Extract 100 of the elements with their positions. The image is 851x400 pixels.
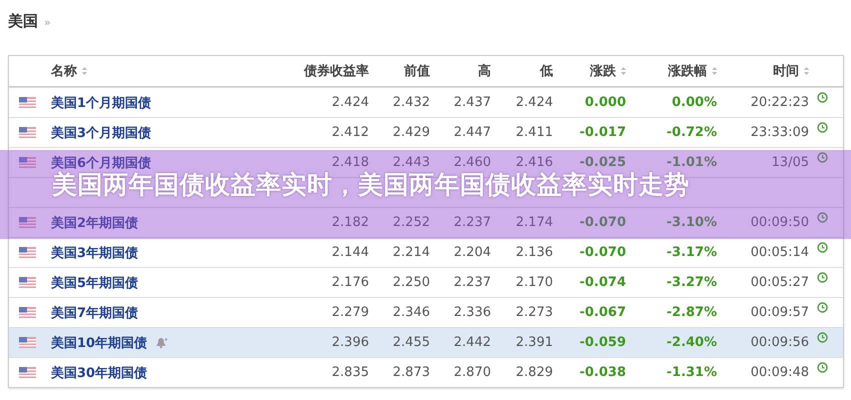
table-cell: 00:09:56 (750, 335, 809, 350)
table-cell: 00:05:27 (750, 275, 809, 290)
bond-name-link[interactable]: 美国5年期国债 (51, 274, 138, 292)
clock-icon[interactable] (816, 122, 828, 133)
table-cell: 2.136 (516, 245, 553, 260)
table-cell: 13/05 (772, 155, 809, 170)
table-cell: 0.000 (584, 95, 626, 110)
breadcrumb-separator: » (44, 16, 51, 29)
table-cell: -0.067 (579, 305, 626, 320)
table-cell: -2.40% (666, 335, 717, 350)
column-header[interactable]: 涨跌幅 (668, 62, 717, 80)
table-cell: 2.424 (516, 95, 553, 110)
bond-name-link[interactable]: 美国3个月期国债 (51, 124, 152, 142)
table-cell: 2.396 (332, 335, 369, 350)
table-cell: 2.237 (454, 275, 491, 290)
table-cell: 00:09:50 (750, 215, 809, 230)
column-header[interactable]: 名称 (51, 62, 87, 80)
clock-icon[interactable] (816, 92, 828, 103)
clock-icon[interactable] (816, 242, 828, 253)
table-cell: 2.391 (516, 335, 553, 350)
table-cell: 2.176 (332, 275, 369, 290)
column-header[interactable]: 低 (540, 62, 553, 80)
bond-name-link[interactable]: 美国7年期国债 (51, 304, 138, 322)
column-header[interactable]: 前值 (404, 62, 430, 80)
sort-icon[interactable] (621, 67, 626, 75)
column-header[interactable]: 时间 (773, 62, 809, 80)
bond-name-link[interactable]: 美国30年期国债 (51, 364, 148, 382)
table-cell: -0.038 (579, 365, 626, 380)
table-cell: 2.870 (454, 365, 491, 380)
bond-name-link[interactable]: 美国6个月期国债 (51, 154, 152, 172)
flag-icon (18, 97, 36, 108)
column-header[interactable]: 涨跌 (590, 62, 626, 80)
table-cell: 2.411 (516, 125, 553, 140)
sort-icon[interactable] (712, 67, 717, 75)
bond-name-link[interactable]: 美国1个月期国债 (51, 94, 152, 112)
table-cell: 2.412 (332, 125, 369, 140)
table-cell: 2.429 (392, 125, 430, 140)
table-cell: -0.074 (579, 275, 626, 290)
table-cell: 2.829 (516, 365, 553, 380)
table-cell: 2.336 (454, 305, 491, 320)
clock-icon[interactable] (816, 272, 828, 283)
clock-icon[interactable] (816, 332, 828, 343)
table-cell: 2.237 (454, 215, 491, 230)
table-cell: 00:05:14 (750, 245, 809, 260)
flag-icon (18, 337, 36, 348)
column-header[interactable]: 高 (478, 62, 491, 80)
table-cell: 23:33:09 (750, 125, 809, 140)
table-cell: 0.00% (672, 95, 717, 110)
flag-icon (18, 127, 36, 138)
table-cell: 00:09:48 (750, 365, 809, 380)
flag-icon (18, 157, 36, 168)
table-cell: 2.432 (392, 95, 430, 110)
clock-icon[interactable] (816, 302, 828, 313)
table-cell: -0.059 (579, 335, 626, 350)
highlighted-row[interactable]: 美国10年期国债 2.396 2.455 2.442 2.391 -0.059 -2.40% 00:09:56 (9, 327, 843, 357)
table-cell: 2.442 (454, 335, 491, 350)
table-cell: 2.170 (516, 275, 553, 290)
region-title: 美国 (8, 12, 38, 31)
table-cell: 2.447 (454, 125, 491, 140)
bell-icon[interactable] (156, 336, 170, 348)
table-cell: 2.424 (332, 95, 369, 110)
table-cell: 2.418 (332, 155, 369, 170)
table-cell: 2.204 (454, 245, 491, 260)
table-cell: -0.025 (579, 155, 626, 170)
table-cell: 2.443 (392, 155, 430, 170)
table-cell: 2.460 (454, 155, 491, 170)
table-cell: 2.416 (516, 155, 553, 170)
column-header[interactable]: 债券收益率 (304, 62, 369, 80)
flag-icon (18, 307, 36, 318)
clock-icon[interactable] (816, 362, 828, 373)
table-cell: 2.873 (392, 365, 430, 380)
banner-title: 美国两年国债收益率实时，美国两年国债收益率实时走势 (52, 170, 690, 201)
flag-icon (18, 247, 36, 258)
table-cell: 2.250 (392, 275, 430, 290)
table-cell: -3.27% (666, 275, 717, 290)
sort-icon[interactable] (82, 67, 87, 75)
clock-icon[interactable] (816, 152, 828, 163)
table-cell: 2.214 (392, 245, 430, 260)
table-cell: 2.279 (332, 305, 369, 320)
table-cell: -0.72% (666, 125, 717, 140)
bond-name-link[interactable]: 美国10年期国债 (51, 334, 170, 352)
table-cell: 2.144 (332, 245, 369, 260)
table-cell: -2.87% (666, 305, 717, 320)
table-cell: 2.273 (516, 305, 553, 320)
table-cell: 2.455 (392, 335, 430, 350)
sort-icon[interactable] (804, 67, 809, 75)
table-cell: -0.070 (579, 245, 626, 260)
table-cell: -3.17% (666, 245, 717, 260)
table-cell: 00:09:57 (750, 305, 809, 320)
table-cell: 2.835 (332, 365, 369, 380)
table-cell: -0.017 (579, 125, 626, 140)
table-cell: -1.01% (666, 155, 717, 170)
table-cell: 2.252 (392, 215, 430, 230)
bond-name-link[interactable]: 美国2年期国债 (51, 214, 138, 232)
table-cell: 2.182 (332, 215, 369, 230)
flag-icon (18, 367, 36, 378)
clock-icon[interactable] (816, 212, 828, 223)
table-cell: -3.10% (666, 215, 717, 230)
bond-name-link[interactable]: 美国3年期国债 (51, 244, 138, 262)
table-cell: 2.437 (454, 95, 491, 110)
